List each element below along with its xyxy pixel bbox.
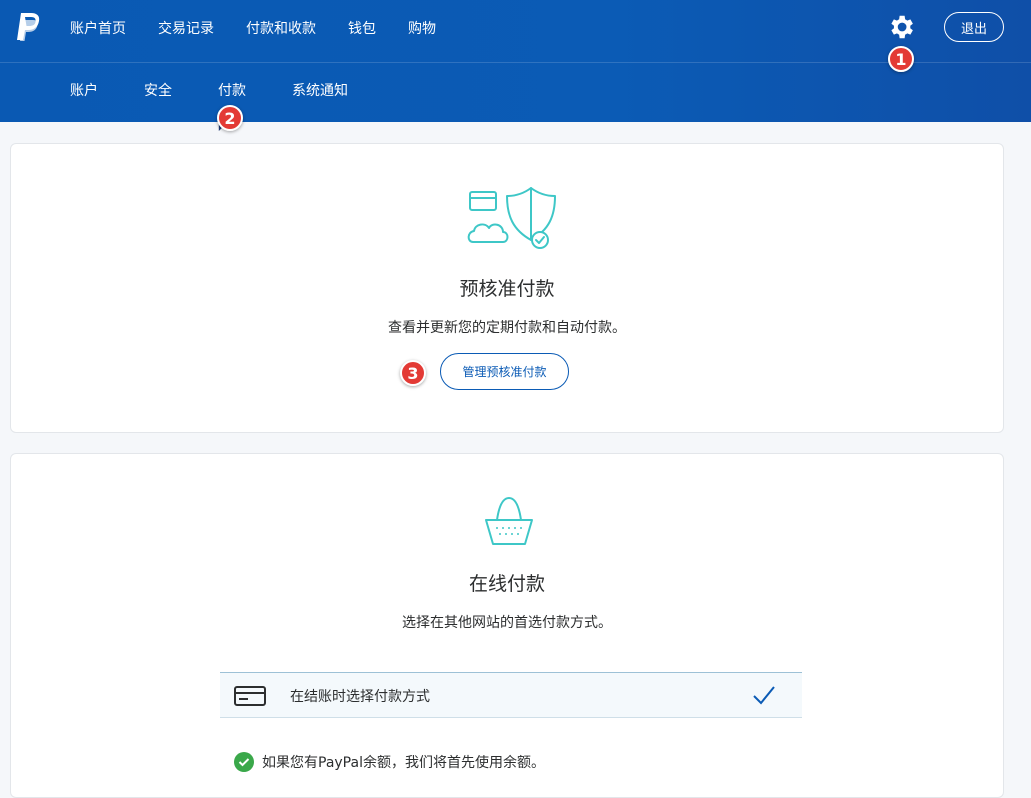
preapproved-description: 查看并更新您的定期付款和自动付款。: [388, 320, 626, 336]
shopping-basket-icon: [485, 497, 533, 545]
annotation-badge-3: 3: [400, 360, 426, 386]
preapproved-title: 预核准付款: [459, 278, 555, 300]
tab-payments[interactable]: 付款: [218, 80, 246, 100]
card-icon: [234, 686, 266, 706]
nav-wallet[interactable]: 钱包: [348, 18, 376, 38]
nav-account-home[interactable]: 账户首页: [70, 18, 126, 38]
check-circle-icon: [234, 752, 254, 772]
tab-security[interactable]: 安全: [144, 80, 172, 100]
manage-preapproved-button[interactable]: 管理预核准付款: [440, 353, 569, 390]
annotation-badge-2: 2: [217, 105, 243, 131]
paypal-logo[interactable]: [15, 12, 41, 42]
nav-shopping[interactable]: 购物: [408, 18, 436, 38]
balance-note: 如果您有PayPal余额，我们将首先使用余额。: [234, 752, 545, 772]
payment-method-option[interactable]: 在结账时选择付款方式: [220, 672, 802, 718]
header: 账户首页 交易记录 付款和收款 钱包 购物 退出 账户 安全 付款 系统通知: [0, 0, 1031, 122]
gear-icon[interactable]: [886, 12, 916, 42]
top-bar: 账户首页 交易记录 付款和收款 钱包 购物 退出: [0, 0, 1031, 63]
nav-transactions[interactable]: 交易记录: [158, 18, 214, 38]
online-title: 在线付款: [468, 573, 545, 595]
nav-send-receive[interactable]: 付款和收款: [246, 18, 316, 38]
online-payments-card: 在线付款 选择在其他网站的首选付款方式。 在结账时选择付款方式 如果您有PayP…: [10, 453, 1004, 798]
tab-account[interactable]: 账户: [70, 80, 98, 100]
preapproved-payments-card: 预核准付款 查看并更新您的定期付款和自动付款。 管理预核准付款 3: [10, 143, 1004, 433]
credit-card-cloud-shield-icon: [467, 187, 556, 249]
checkmark-icon: [753, 686, 775, 705]
main-nav: 账户首页 交易记录 付款和收款 钱包 购物: [70, 0, 468, 56]
balance-note-text: 如果您有PayPal余额，我们将首先使用余额。: [262, 755, 545, 771]
payment-option-label: 在结账时选择付款方式: [290, 689, 430, 705]
logout-button[interactable]: 退出: [944, 12, 1004, 42]
online-description: 选择在其他网站的首选付款方式。: [402, 615, 612, 631]
annotation-badge-1: 1: [888, 46, 914, 72]
tab-notifications[interactable]: 系统通知: [292, 80, 348, 100]
